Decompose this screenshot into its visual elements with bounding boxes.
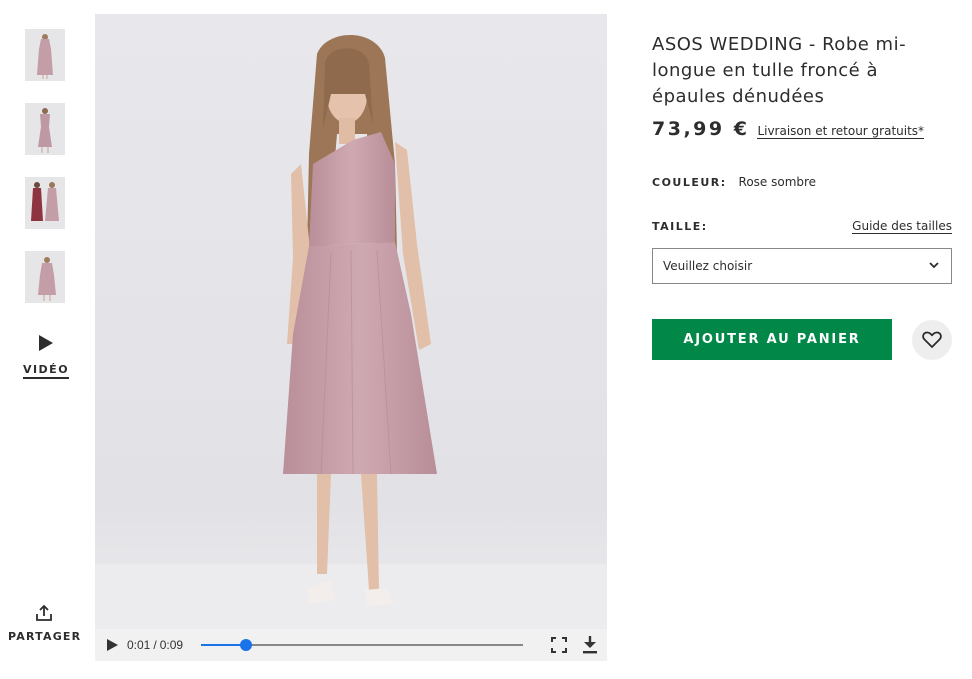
- progress-knob[interactable]: [240, 639, 253, 651]
- thumbnail-image: [25, 29, 65, 81]
- time-separator: /: [153, 638, 157, 652]
- thumbnail-image: [25, 251, 65, 303]
- play-icon: [39, 335, 53, 351]
- size-select[interactable]: Veuillez choisir: [652, 248, 952, 284]
- colour-label: COULEUR:: [652, 176, 727, 189]
- heart-icon: [922, 331, 942, 348]
- thumbnail-1[interactable]: [25, 29, 65, 81]
- add-to-bag-button[interactable]: AJOUTER AU PANIER: [652, 319, 892, 360]
- share-label: PARTAGER: [8, 630, 82, 643]
- video-link[interactable]: VIDÉO: [20, 334, 72, 379]
- time-display: 0:01/0:09: [127, 638, 183, 652]
- download-icon[interactable]: [581, 635, 599, 655]
- current-time: 0:01: [127, 638, 151, 652]
- thumbnail-image: [25, 177, 65, 229]
- thumbnail-4[interactable]: [25, 251, 65, 303]
- progress-bar[interactable]: [201, 639, 524, 651]
- play-icon[interactable]: [105, 638, 119, 652]
- chevron-down-icon: [929, 262, 939, 269]
- size-label: TAILLE:: [652, 220, 708, 233]
- duration: 0:09: [159, 638, 184, 652]
- video-player[interactable]: 0:01/0:09: [95, 14, 607, 661]
- share-button[interactable]: PARTAGER: [8, 604, 80, 643]
- size-select-value: Veuillez choisir: [663, 259, 753, 273]
- thumbnail-image: [25, 103, 65, 155]
- product-title: ASOS WEDDING - Robe mi-longue en tulle f…: [652, 34, 907, 107]
- size-row: TAILLE: Guide des tailles: [652, 219, 952, 237]
- colour-value: Rose sombre: [738, 175, 817, 189]
- size-guide-link[interactable]: Guide des tailles: [852, 219, 952, 234]
- thumbnail-3[interactable]: [25, 177, 65, 229]
- video-controls: 0:01/0:09: [95, 629, 607, 661]
- thumbnail-2[interactable]: [25, 103, 65, 155]
- product-price: 73,99 €: [652, 118, 750, 140]
- fullscreen-icon[interactable]: [551, 637, 567, 653]
- wishlist-button[interactable]: [912, 320, 952, 360]
- video-frame: [95, 14, 607, 629]
- product-page: VIDÉO PARTAGER 0:01 / 0:09 ASOS WEDDING …: [0, 0, 972, 679]
- colour-row: COULEUR: Rose sombre: [652, 175, 816, 189]
- video-label: VIDÉO: [22, 363, 70, 379]
- shipping-link[interactable]: Livraison et retour gratuits*: [757, 124, 925, 139]
- share-icon: [36, 604, 52, 621]
- price-row: 73,99 € Livraison et retour gratuits*: [652, 118, 962, 140]
